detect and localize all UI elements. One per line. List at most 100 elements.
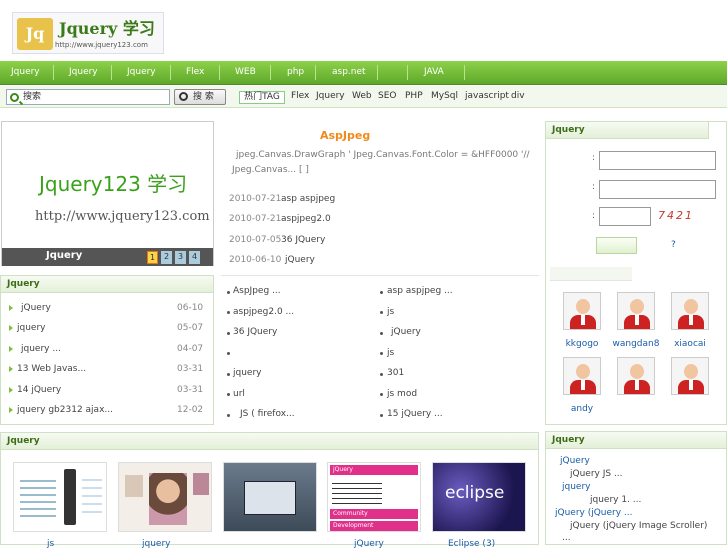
list-item[interactable]: 13 Web Javas... bbox=[17, 364, 86, 374]
password-input[interactable] bbox=[599, 180, 716, 199]
help-link[interactable]: ? bbox=[671, 240, 676, 250]
list-item[interactable]: jQuery bbox=[21, 303, 51, 313]
login-panel: Jquery : : : 7421 ? kkgogo wangdan8 xiao… bbox=[545, 121, 727, 425]
site-logo[interactable]: Jq Jquery 学习 http://www.jquery123.com bbox=[12, 12, 164, 54]
list-item[interactable]: jquery gb2312 ajax... bbox=[17, 405, 113, 415]
list-item[interactable]: 14 jQuery bbox=[17, 385, 61, 395]
recent-link[interactable]: asp aspjpeg bbox=[281, 194, 335, 204]
tag-link[interactable]: Flex bbox=[291, 91, 309, 101]
list-item[interactable]: js bbox=[387, 307, 394, 317]
user-name[interactable]: andy bbox=[552, 404, 612, 414]
gallery-thumb[interactable]: eclipse bbox=[432, 462, 526, 532]
nav-item[interactable]: WEB bbox=[235, 61, 256, 84]
banner-url: http://www.jquery123.com bbox=[35, 209, 210, 224]
members-tab[interactable] bbox=[550, 267, 632, 281]
panel-title: Jquery bbox=[546, 432, 726, 449]
list-item[interactable]: AspJpeg ... bbox=[233, 286, 281, 296]
login-button[interactable] bbox=[596, 237, 637, 254]
list-item[interactable]: jquery ... bbox=[21, 344, 61, 354]
banner-caption: Jquery bbox=[46, 250, 83, 261]
tag-link[interactable]: MySql bbox=[431, 91, 458, 101]
list-item[interactable]: aspjpeg2.0 ... bbox=[233, 307, 294, 317]
gallery-thumb[interactable] bbox=[118, 462, 212, 532]
banner-page-4[interactable]: 4 bbox=[189, 251, 200, 264]
captcha-image[interactable]: 7421 bbox=[658, 209, 694, 222]
list-item[interactable]: JS ( firefox... bbox=[240, 409, 295, 419]
jquery-list-panel: Jquery jQuery 06-10 jquery 05-07 jquery … bbox=[0, 275, 214, 425]
list-item[interactable]: 301 bbox=[387, 368, 404, 378]
recent-link[interactable]: 36 JQuery bbox=[281, 235, 325, 245]
arrow-icon bbox=[9, 387, 13, 393]
gallery-thumb[interactable] bbox=[13, 462, 107, 532]
article-title[interactable]: AspJpeg bbox=[320, 129, 370, 142]
gallery-thumb[interactable] bbox=[223, 462, 317, 532]
list-item[interactable]: jquery bbox=[233, 368, 261, 378]
user-avatar[interactable] bbox=[563, 292, 601, 330]
user-avatar[interactable] bbox=[563, 357, 601, 395]
tag-link[interactable]: Web bbox=[352, 91, 372, 101]
thumb-caption[interactable]: jQuery bbox=[354, 539, 384, 549]
user-avatar[interactable] bbox=[617, 357, 655, 395]
nav-item[interactable]: asp.net bbox=[332, 61, 366, 84]
thumb-caption[interactable]: Eclipse (3) bbox=[448, 539, 495, 549]
list-item[interactable]: js bbox=[387, 348, 394, 358]
nav-item[interactable]: php bbox=[287, 61, 304, 84]
user-avatar[interactable] bbox=[671, 292, 709, 330]
list-item[interactable]: 36 JQuery bbox=[233, 327, 277, 337]
arrow-icon bbox=[9, 305, 13, 311]
list-date: 04-07 bbox=[177, 344, 204, 354]
user-name[interactable]: kkgogo bbox=[552, 339, 612, 349]
tag-link[interactable]: div bbox=[511, 91, 525, 101]
list-item[interactable]: 15 jQuery ... bbox=[387, 409, 443, 419]
tag-link[interactable]: Jquery bbox=[316, 91, 345, 101]
banner-slideshow[interactable]: Jquery123 学习 http://www.jquery123.com Jq… bbox=[1, 121, 214, 266]
list-item[interactable]: asp aspjpeg ... bbox=[387, 286, 453, 296]
list-date: 05-07 bbox=[177, 323, 204, 333]
right-list-panel: Jquery jQuery jQuery JS ... jquery jquer… bbox=[545, 431, 727, 545]
article-link[interactable]: jQuery bbox=[560, 456, 590, 466]
arrow-icon bbox=[9, 407, 13, 413]
list-date: 03-31 bbox=[177, 364, 204, 374]
banner-title: Jquery123 学习 bbox=[39, 172, 188, 196]
search-icon bbox=[10, 93, 19, 102]
article-link[interactable]: jquery bbox=[562, 482, 590, 492]
article-summary: jQuery (jQuery Image Scroller) bbox=[570, 521, 708, 531]
username-input[interactable] bbox=[599, 151, 716, 170]
search-input[interactable]: 搜索 bbox=[6, 89, 170, 105]
logo-mark: Jq bbox=[17, 18, 53, 50]
tag-link[interactable]: javascript bbox=[465, 91, 509, 101]
nav-item[interactable]: Jquery bbox=[11, 61, 40, 84]
search-icon bbox=[179, 92, 188, 101]
thumb-caption[interactable]: jquery bbox=[142, 539, 170, 549]
list-item[interactable]: js mod bbox=[387, 389, 417, 399]
user-avatar[interactable] bbox=[671, 357, 709, 395]
list-item[interactable]: jquery bbox=[17, 323, 45, 333]
nav-item[interactable]: Flex bbox=[186, 61, 204, 84]
user-avatar[interactable] bbox=[617, 292, 655, 330]
tag-link[interactable]: PHP bbox=[405, 91, 423, 101]
nav-item[interactable]: JAVA bbox=[424, 61, 444, 84]
tag-link[interactable]: SEO bbox=[378, 91, 396, 101]
article-link[interactable]: jQuery (jQuery ... bbox=[555, 508, 633, 518]
list-item[interactable]: jQuery bbox=[391, 327, 421, 337]
article-summary: jquery 1. ... bbox=[590, 495, 642, 505]
logo-url: http://www.jquery123.com bbox=[55, 41, 148, 49]
banner-page-1[interactable]: 1 bbox=[147, 251, 158, 264]
user-name[interactable]: xiaocai bbox=[660, 339, 720, 349]
nav-item[interactable]: Jquery bbox=[69, 61, 98, 84]
captcha-input[interactable] bbox=[599, 207, 651, 226]
gallery-thumb[interactable]: jQuery Community Development bbox=[327, 462, 421, 532]
recent-link[interactable]: aspjpeg2.0 bbox=[281, 214, 331, 224]
banner-page-3[interactable]: 3 bbox=[175, 251, 186, 264]
nav-item[interactable]: Jquery bbox=[127, 61, 156, 84]
article-excerpt: jpeg.Canvas.DrawGraph ' Jpeg.Canvas.Font… bbox=[236, 150, 530, 160]
hot-tag-label: 热门TAG bbox=[239, 91, 285, 104]
search-button[interactable]: 搜 索 bbox=[174, 89, 226, 105]
list-date: 03-31 bbox=[177, 385, 204, 395]
recent-link[interactable]: jQuery bbox=[285, 255, 315, 265]
thumb-caption[interactable]: js bbox=[47, 539, 54, 549]
recent-date: 2010-07-21 bbox=[229, 194, 282, 204]
list-item[interactable]: url bbox=[233, 389, 245, 399]
user-name[interactable]: wangdan8 bbox=[606, 339, 666, 349]
banner-page-2[interactable]: 2 bbox=[161, 251, 172, 264]
